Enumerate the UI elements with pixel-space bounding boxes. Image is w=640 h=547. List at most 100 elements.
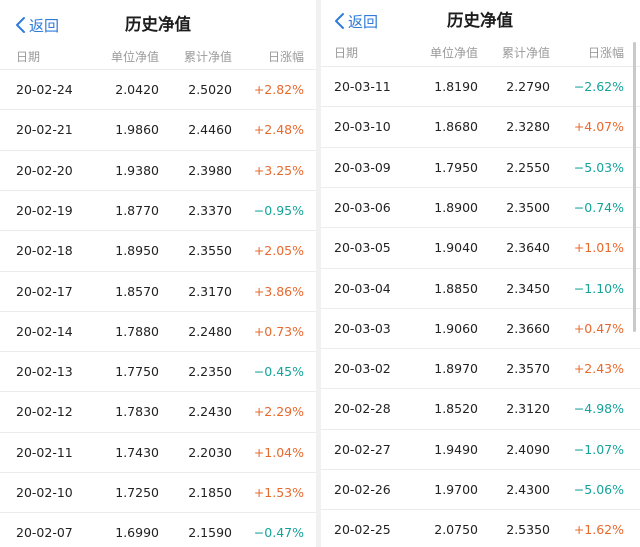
cell-change: −2.62% (573, 79, 624, 94)
cell-date: 20-02-17 (16, 283, 73, 299)
chevron-left-icon (16, 17, 25, 33)
table-row[interactable]: 20-02-20 1.9380 2.3980 +3.25% (0, 149, 316, 190)
right-header-cumulative: 累计净值 (501, 46, 550, 60)
cell-change: −1.10% (573, 280, 624, 296)
right-page-title: 历史净值 (447, 11, 513, 30)
cell-cumulative: 2.2480 (188, 323, 232, 339)
cell-cumulative: 2.3500 (506, 199, 550, 215)
cell-cumulative: 2.3660 (506, 320, 550, 336)
table-row[interactable]: 20-02-17 1.8570 2.3170 +3.86% (0, 270, 316, 311)
left-header-cumulative: 累计净值 (183, 50, 232, 64)
cell-change: +2.05% (253, 243, 304, 259)
cell-unit: 1.8970 (434, 361, 478, 377)
table-row[interactable]: 20-02-24 2.0420 2.5020 +2.82% (0, 69, 316, 109)
cell-change: +4.07% (573, 119, 624, 135)
cell-date: 20-02-14 (16, 323, 73, 339)
table-row[interactable]: 20-02-12 1.7830 2.2430 +2.29% (0, 391, 316, 431)
cell-date: 20-02-13 (16, 364, 73, 380)
cell-unit: 1.8570 (115, 283, 159, 299)
cell-cumulative: 2.4300 (506, 482, 550, 497)
cell-date: 20-02-28 (334, 401, 391, 417)
left-navbar: 返回 历史净值 (0, 4, 316, 44)
cell-date: 20-02-12 (16, 404, 73, 420)
table-row[interactable]: 20-03-10 1.8680 2.3280 +4.07% (321, 106, 640, 146)
right-screen: 返回 历史净值 日期 单位净值 累计净值 日涨幅 20-03-11 1.8190 2… (321, 0, 640, 547)
cell-change: +2.29% (253, 404, 304, 420)
cell-cumulative: 2.3980 (188, 162, 232, 178)
right-header-unit: 单位净值 (429, 46, 478, 60)
cell-change: +2.43% (573, 361, 624, 377)
cell-unit: 1.6990 (115, 525, 159, 541)
table-row[interactable]: 20-02-21 1.9860 2.4460 +2.48% (0, 109, 316, 149)
table-row[interactable]: 20-03-04 1.8850 2.3450 −1.10% (321, 267, 640, 308)
table-row[interactable]: 20-02-19 1.8770 2.3370 −0.95% (0, 189, 316, 230)
cell-unit: 1.9380 (115, 162, 159, 178)
cell-unit: 1.8950 (115, 243, 159, 259)
cell-unit: 1.7250 (115, 485, 159, 500)
cell-cumulative: 2.3370 (188, 202, 232, 218)
table-row[interactable]: 20-03-06 1.8900 2.3500 −0.74% (321, 186, 640, 227)
cell-unit: 1.7880 (115, 323, 159, 339)
cell-date: 20-03-06 (334, 199, 391, 215)
table-row[interactable]: 20-03-02 1.8970 2.3570 +2.43% (321, 348, 640, 388)
table-row[interactable]: 20-02-27 1.9490 2.4090 −1.07% (321, 428, 640, 469)
cell-date: 20-02-07 (16, 525, 73, 541)
table-row[interactable]: 20-02-25 2.0750 2.5350 +1.62% (321, 509, 640, 547)
left-back-button[interactable]: 返回 (14, 12, 59, 38)
cell-cumulative: 2.1850 (188, 485, 232, 500)
scrollbar[interactable] (633, 42, 636, 332)
cell-unit: 2.0750 (434, 522, 478, 538)
cell-unit: 1.7430 (115, 444, 159, 460)
right-navbar: 返回 历史净值 (321, 0, 640, 40)
cell-cumulative: 2.2430 (188, 404, 232, 420)
cell-unit: 1.9490 (434, 441, 478, 457)
table-row[interactable]: 20-03-11 1.8190 2.2790 −2.62% (321, 66, 640, 106)
left-page-title: 历史净值 (125, 15, 191, 34)
table-row[interactable]: 20-02-18 1.8950 2.3550 +2.05% (0, 230, 316, 270)
cell-change: −5.03% (573, 159, 624, 175)
cell-change: −5.06% (573, 482, 624, 497)
cell-change: +0.47% (573, 320, 624, 336)
cell-date: 20-02-20 (16, 162, 73, 178)
left-back-label: 返回 (29, 16, 60, 35)
cell-change: −0.74% (573, 199, 624, 215)
right-back-label: 返回 (348, 12, 379, 31)
cell-cumulative: 2.3640 (506, 240, 550, 256)
chevron-left-icon (335, 13, 344, 29)
table-row[interactable]: 20-03-05 1.9040 2.3640 +1.01% (321, 227, 640, 267)
table-row[interactable]: 20-03-09 1.7950 2.2550 −5.03% (321, 146, 640, 187)
cell-date: 20-03-11 (334, 79, 391, 94)
right-back-button[interactable]: 返回 (333, 8, 378, 34)
cell-change: +2.48% (253, 122, 304, 138)
cell-change: +1.04% (253, 444, 304, 460)
cell-unit: 1.8190 (434, 79, 478, 94)
cell-change: +0.73% (253, 323, 304, 339)
cell-change: −0.45% (253, 364, 304, 380)
cell-cumulative: 2.2350 (188, 364, 232, 380)
right-header-date: 日期 (334, 46, 359, 60)
table-row[interactable]: 20-02-07 1.6990 2.1590 −0.47% (0, 512, 316, 547)
cell-cumulative: 2.3170 (188, 283, 232, 299)
cell-change: −0.47% (253, 525, 304, 541)
cell-change: +2.82% (253, 82, 304, 97)
cell-change: −0.95% (253, 202, 304, 218)
cell-unit: 1.9060 (434, 320, 478, 336)
table-row[interactable]: 20-02-28 1.8520 2.3120 −4.98% (321, 388, 640, 428)
table-row[interactable]: 20-02-13 1.7750 2.2350 −0.45% (0, 351, 316, 391)
cell-unit: 1.7950 (434, 159, 478, 175)
cell-date: 20-02-18 (16, 243, 73, 259)
cell-cumulative: 2.2790 (506, 79, 550, 94)
cell-date: 20-02-21 (16, 122, 73, 138)
cell-unit: 1.8850 (434, 280, 478, 296)
cell-date: 20-03-04 (334, 280, 391, 296)
cell-date: 20-03-10 (334, 119, 391, 135)
cell-cumulative: 2.3450 (506, 280, 550, 296)
table-row[interactable]: 20-02-14 1.7880 2.2480 +0.73% (0, 310, 316, 351)
cell-change: +3.25% (253, 162, 304, 178)
table-row[interactable]: 20-02-11 1.7430 2.2030 +1.04% (0, 431, 316, 472)
cell-date: 20-03-02 (334, 361, 391, 377)
table-row[interactable]: 20-03-03 1.9060 2.3660 +0.47% (321, 307, 640, 348)
table-row[interactable]: 20-02-26 1.9700 2.4300 −5.06% (321, 469, 640, 509)
table-row[interactable]: 20-02-10 1.7250 2.1850 +1.53% (0, 472, 316, 512)
cell-unit: 1.8680 (434, 119, 478, 135)
